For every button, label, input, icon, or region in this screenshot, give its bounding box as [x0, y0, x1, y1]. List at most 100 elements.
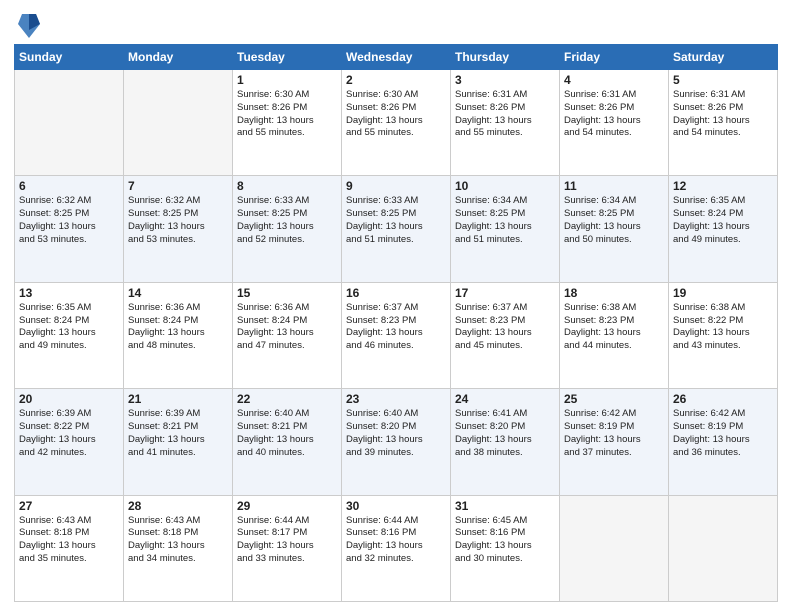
day-number: 12: [673, 179, 773, 193]
day-number: 13: [19, 286, 119, 300]
calendar-cell: 25 Sunrise: 6:42 AM Sunset: 8:19 PM Dayli…: [560, 389, 669, 495]
calendar-cell: 30 Sunrise: 6:44 AM Sunset: 8:16 PM Dayli…: [342, 495, 451, 601]
calendar-cell: [560, 495, 669, 601]
calendar-table: SundayMondayTuesdayWednesdayThursdayFrid…: [14, 44, 778, 602]
day-info: Sunrise: 6:36 AM Sunset: 8:24 PM Dayligh…: [128, 302, 228, 353]
day-number: 18: [564, 286, 664, 300]
calendar-cell: 5 Sunrise: 6:31 AM Sunset: 8:26 PM Daylig…: [669, 70, 778, 176]
day-info: Sunrise: 6:39 AM Sunset: 8:21 PM Dayligh…: [128, 408, 228, 459]
day-info: Sunrise: 6:34 AM Sunset: 8:25 PM Dayligh…: [564, 195, 664, 246]
calendar-cell: 11 Sunrise: 6:34 AM Sunset: 8:25 PM Dayli…: [560, 176, 669, 282]
day-info: Sunrise: 6:43 AM Sunset: 8:18 PM Dayligh…: [19, 515, 119, 566]
day-number: 2: [346, 73, 446, 87]
day-info: Sunrise: 6:44 AM Sunset: 8:17 PM Dayligh…: [237, 515, 337, 566]
day-number: 31: [455, 499, 555, 513]
calendar-cell: 23 Sunrise: 6:40 AM Sunset: 8:20 PM Dayli…: [342, 389, 451, 495]
weekday-header-wednesday: Wednesday: [342, 45, 451, 70]
day-info: Sunrise: 6:42 AM Sunset: 8:19 PM Dayligh…: [564, 408, 664, 459]
calendar-week-row: 20 Sunrise: 6:39 AM Sunset: 8:22 PM Dayli…: [15, 389, 778, 495]
weekday-header-tuesday: Tuesday: [233, 45, 342, 70]
logo-icon: [18, 10, 40, 38]
calendar-cell: 24 Sunrise: 6:41 AM Sunset: 8:20 PM Dayli…: [451, 389, 560, 495]
day-info: Sunrise: 6:45 AM Sunset: 8:16 PM Dayligh…: [455, 515, 555, 566]
day-number: 29: [237, 499, 337, 513]
day-number: 25: [564, 392, 664, 406]
calendar-cell: 12 Sunrise: 6:35 AM Sunset: 8:24 PM Dayli…: [669, 176, 778, 282]
day-number: 1: [237, 73, 337, 87]
day-number: 3: [455, 73, 555, 87]
calendar-cell: 9Sunrise: 6:33 AM Sunset: 8:25 PM Daylig…: [342, 176, 451, 282]
logo: [14, 10, 40, 38]
calendar-cell: 6 Sunrise: 6:32 AM Sunset: 8:25 PM Daylig…: [15, 176, 124, 282]
calendar-week-row: 1 Sunrise: 6:30 AM Sunset: 8:26 PM Daylig…: [15, 70, 778, 176]
calendar-cell: 13 Sunrise: 6:35 AM Sunset: 8:24 PM Dayli…: [15, 282, 124, 388]
day-number: 20: [19, 392, 119, 406]
day-info: Sunrise: 6:32 AM Sunset: 8:25 PM Dayligh…: [19, 195, 119, 246]
weekday-header-saturday: Saturday: [669, 45, 778, 70]
day-info: Sunrise: 6:30 AM Sunset: 8:26 PM Dayligh…: [237, 89, 337, 140]
calendar-cell: 19 Sunrise: 6:38 AM Sunset: 8:22 PM Dayli…: [669, 282, 778, 388]
day-info: Sunrise: 6:41 AM Sunset: 8:20 PM Dayligh…: [455, 408, 555, 459]
calendar-cell: 21Sunrise: 6:39 AM Sunset: 8:21 PM Dayli…: [124, 389, 233, 495]
day-info: Sunrise: 6:39 AM Sunset: 8:22 PM Dayligh…: [19, 408, 119, 459]
calendar-week-row: 13 Sunrise: 6:35 AM Sunset: 8:24 PM Dayli…: [15, 282, 778, 388]
day-info: Sunrise: 6:40 AM Sunset: 8:20 PM Dayligh…: [346, 408, 446, 459]
page: SundayMondayTuesdayWednesdayThursdayFrid…: [0, 0, 792, 612]
weekday-header-row: SundayMondayTuesdayWednesdayThursdayFrid…: [15, 45, 778, 70]
day-info: Sunrise: 6:35 AM Sunset: 8:24 PM Dayligh…: [673, 195, 773, 246]
weekday-header-friday: Friday: [560, 45, 669, 70]
day-number: 4: [564, 73, 664, 87]
day-info: Sunrise: 6:38 AM Sunset: 8:23 PM Dayligh…: [564, 302, 664, 353]
day-number: 5: [673, 73, 773, 87]
day-info: Sunrise: 6:30 AM Sunset: 8:26 PM Dayligh…: [346, 89, 446, 140]
day-number: 16: [346, 286, 446, 300]
day-info: Sunrise: 6:44 AM Sunset: 8:16 PM Dayligh…: [346, 515, 446, 566]
day-number: 19: [673, 286, 773, 300]
calendar-cell: 3 Sunrise: 6:31 AM Sunset: 8:26 PM Daylig…: [451, 70, 560, 176]
day-info: Sunrise: 6:35 AM Sunset: 8:24 PM Dayligh…: [19, 302, 119, 353]
calendar-cell: 2 Sunrise: 6:30 AM Sunset: 8:26 PM Daylig…: [342, 70, 451, 176]
calendar-cell: 27 Sunrise: 6:43 AM Sunset: 8:18 PM Dayli…: [15, 495, 124, 601]
day-number: 6: [19, 179, 119, 193]
day-info: Sunrise: 6:31 AM Sunset: 8:26 PM Dayligh…: [455, 89, 555, 140]
calendar-cell: 7 Sunrise: 6:32 AM Sunset: 8:25 PM Daylig…: [124, 176, 233, 282]
calendar-cell: [124, 70, 233, 176]
day-number: 8: [237, 179, 337, 193]
calendar-week-row: 6 Sunrise: 6:32 AM Sunset: 8:25 PM Daylig…: [15, 176, 778, 282]
day-number: 10: [455, 179, 555, 193]
calendar-cell: 29 Sunrise: 6:44 AM Sunset: 8:17 PM Dayli…: [233, 495, 342, 601]
day-number: 24: [455, 392, 555, 406]
day-number: 7: [128, 179, 228, 193]
weekday-header-monday: Monday: [124, 45, 233, 70]
calendar-cell: 1 Sunrise: 6:30 AM Sunset: 8:26 PM Daylig…: [233, 70, 342, 176]
day-number: 14: [128, 286, 228, 300]
day-info: Sunrise: 6:38 AM Sunset: 8:22 PM Dayligh…: [673, 302, 773, 353]
day-number: 23: [346, 392, 446, 406]
calendar-cell: 26Sunrise: 6:42 AM Sunset: 8:19 PM Dayli…: [669, 389, 778, 495]
calendar-cell: 14 Sunrise: 6:36 AM Sunset: 8:24 PM Dayli…: [124, 282, 233, 388]
calendar-cell: 22 Sunrise: 6:40 AM Sunset: 8:21 PM Dayli…: [233, 389, 342, 495]
day-info: Sunrise: 6:33 AM Sunset: 8:25 PM Dayligh…: [237, 195, 337, 246]
day-number: 27: [19, 499, 119, 513]
day-number: 17: [455, 286, 555, 300]
day-info: Sunrise: 6:31 AM Sunset: 8:26 PM Dayligh…: [673, 89, 773, 140]
calendar-cell: 28Sunrise: 6:43 AM Sunset: 8:18 PM Dayli…: [124, 495, 233, 601]
day-info: Sunrise: 6:37 AM Sunset: 8:23 PM Dayligh…: [346, 302, 446, 353]
day-info: Sunrise: 6:40 AM Sunset: 8:21 PM Dayligh…: [237, 408, 337, 459]
calendar-cell: 8 Sunrise: 6:33 AM Sunset: 8:25 PM Daylig…: [233, 176, 342, 282]
day-number: 11: [564, 179, 664, 193]
calendar-cell: [669, 495, 778, 601]
calendar-week-row: 27 Sunrise: 6:43 AM Sunset: 8:18 PM Dayli…: [15, 495, 778, 601]
day-info: Sunrise: 6:34 AM Sunset: 8:25 PM Dayligh…: [455, 195, 555, 246]
day-info: Sunrise: 6:32 AM Sunset: 8:25 PM Dayligh…: [128, 195, 228, 246]
day-info: Sunrise: 6:43 AM Sunset: 8:18 PM Dayligh…: [128, 515, 228, 566]
calendar-cell: 18 Sunrise: 6:38 AM Sunset: 8:23 PM Dayli…: [560, 282, 669, 388]
calendar-cell: 4 Sunrise: 6:31 AM Sunset: 8:26 PM Daylig…: [560, 70, 669, 176]
day-info: Sunrise: 6:31 AM Sunset: 8:26 PM Dayligh…: [564, 89, 664, 140]
calendar-cell: 20 Sunrise: 6:39 AM Sunset: 8:22 PM Dayli…: [15, 389, 124, 495]
day-number: 22: [237, 392, 337, 406]
calendar-cell: 17Sunrise: 6:37 AM Sunset: 8:23 PM Dayli…: [451, 282, 560, 388]
day-info: Sunrise: 6:33 AM Sunset: 8:25 PM Dayligh…: [346, 195, 446, 246]
day-number: 30: [346, 499, 446, 513]
calendar-cell: 16 Sunrise: 6:37 AM Sunset: 8:23 PM Dayli…: [342, 282, 451, 388]
